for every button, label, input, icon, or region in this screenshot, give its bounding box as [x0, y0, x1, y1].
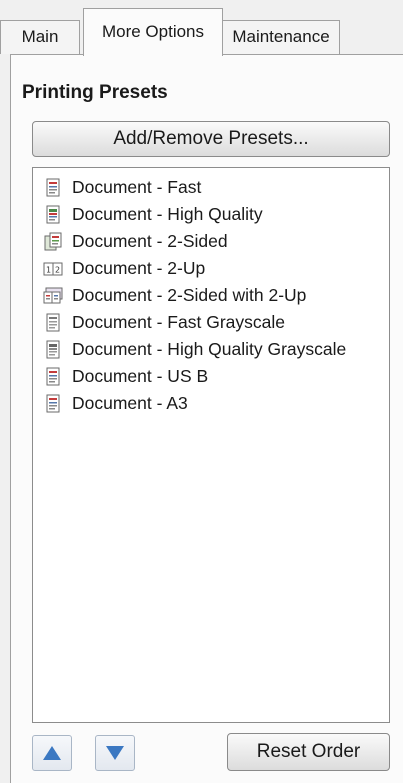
- two-sided-two-up-icon: [43, 286, 63, 306]
- two-up-icon: 12: [43, 259, 63, 279]
- preset-label: Document - A3: [72, 393, 188, 413]
- tab-bar: Main More Options Maintenance: [0, 0, 403, 56]
- arrow-up-icon: [43, 746, 61, 760]
- section-title: Printing Presets: [22, 82, 168, 103]
- list-item[interactable]: Document - Fast: [33, 174, 389, 201]
- list-item[interactable]: Document - High Quality: [33, 201, 389, 228]
- svg-text:1: 1: [46, 265, 51, 274]
- list-item[interactable]: Document - 2-Sided with 2-Up: [33, 282, 389, 309]
- list-item[interactable]: Document - 2-Sided: [33, 228, 389, 255]
- tab-more-options[interactable]: More Options: [83, 8, 223, 56]
- svg-text:2: 2: [55, 265, 60, 274]
- grayscale-document-icon: [43, 340, 63, 360]
- tab-maintenance[interactable]: Maintenance: [222, 20, 340, 54]
- reset-order-button[interactable]: Reset Order: [227, 733, 390, 771]
- list-item[interactable]: Document - High Quality Grayscale: [33, 336, 389, 363]
- document-icon: [43, 178, 63, 198]
- preset-label: Document - Fast Grayscale: [72, 312, 285, 332]
- preset-label: Document - High Quality: [72, 204, 263, 224]
- preset-label: Document - 2-Sided with 2-Up: [72, 285, 307, 305]
- two-sided-icon: [43, 232, 63, 252]
- grayscale-document-icon: [43, 313, 63, 333]
- preset-label: Document - Fast: [72, 177, 202, 197]
- tab-main[interactable]: Main: [0, 20, 80, 54]
- preset-label: Document - High Quality Grayscale: [72, 339, 347, 359]
- arrow-down-icon: [106, 746, 124, 760]
- document-icon: [43, 394, 63, 414]
- preset-label: Document - 2-Up: [72, 258, 206, 278]
- preset-label: Document - 2-Sided: [72, 231, 228, 251]
- list-item[interactable]: Document - A3: [33, 390, 389, 417]
- move-down-button[interactable]: [95, 735, 135, 771]
- document-icon: [43, 367, 63, 387]
- presets-list[interactable]: Document - Fast Document - High Quality …: [32, 167, 390, 723]
- move-up-button[interactable]: [32, 735, 72, 771]
- list-item[interactable]: Document - US B: [33, 363, 389, 390]
- preset-label: Document - US B: [72, 366, 209, 386]
- document-icon: [43, 205, 63, 225]
- list-item[interactable]: 12 Document - 2-Up: [33, 255, 389, 282]
- add-remove-presets-button[interactable]: Add/Remove Presets...: [32, 121, 390, 157]
- list-item[interactable]: Document - Fast Grayscale: [33, 309, 389, 336]
